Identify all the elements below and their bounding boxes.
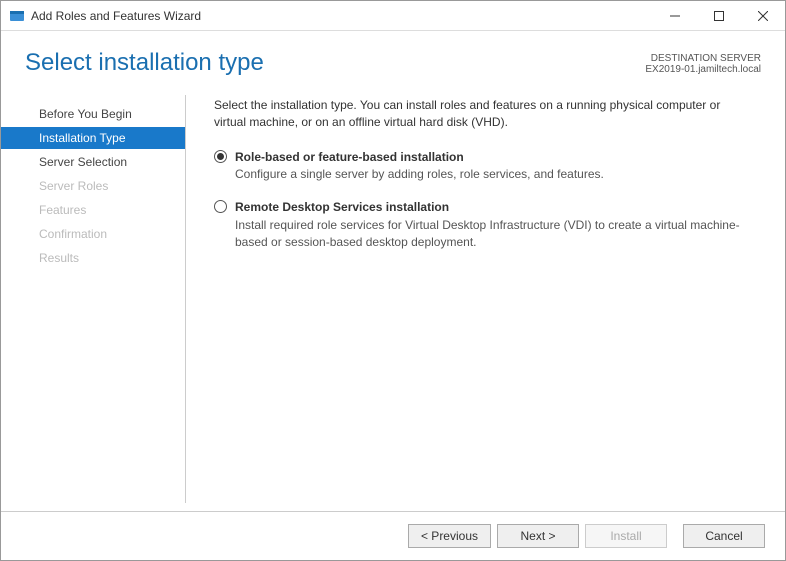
- intro-text: Select the installation type. You can in…: [214, 97, 755, 131]
- next-button[interactable]: Next >: [497, 524, 579, 548]
- step-results: Results: [31, 247, 185, 269]
- step-server-selection[interactable]: Server Selection: [31, 151, 185, 173]
- maximize-button[interactable]: [697, 1, 741, 31]
- option-remote-desktop[interactable]: Remote Desktop Services installation Ins…: [214, 199, 755, 250]
- header: Select installation type DESTINATION SER…: [1, 31, 785, 87]
- option-role-based-desc: Configure a single server by adding role…: [235, 166, 755, 183]
- step-installation-type[interactable]: Installation Type: [1, 127, 185, 149]
- window-controls: [653, 1, 785, 31]
- radio-role-based[interactable]: [214, 150, 227, 163]
- titlebar: Add Roles and Features Wizard: [1, 1, 785, 31]
- close-button[interactable]: [741, 1, 785, 31]
- radio-remote-desktop[interactable]: [214, 200, 227, 213]
- minimize-button[interactable]: [653, 1, 697, 31]
- step-confirmation: Confirmation: [31, 223, 185, 245]
- cancel-button[interactable]: Cancel: [683, 524, 765, 548]
- option-remote-desktop-title: Remote Desktop Services installation: [235, 199, 755, 216]
- option-role-based[interactable]: Role-based or feature-based installation…: [214, 149, 755, 184]
- footer-buttons: < Previous Next > Install Cancel: [1, 511, 785, 560]
- window-title: Add Roles and Features Wizard: [31, 9, 201, 23]
- previous-button[interactable]: < Previous: [408, 524, 491, 548]
- page-title: Select installation type: [25, 49, 645, 77]
- install-button: Install: [585, 524, 667, 548]
- destination-server: EX2019-01.jamiltech.local: [645, 64, 761, 75]
- app-icon: [9, 8, 25, 24]
- destination-label: DESTINATION SERVER: [645, 53, 761, 64]
- step-features: Features: [31, 199, 185, 221]
- option-remote-desktop-desc: Install required role services for Virtu…: [235, 217, 755, 251]
- step-before-you-begin[interactable]: Before You Begin: [31, 103, 185, 125]
- wizard-steps: Before You Begin Installation Type Serve…: [1, 95, 186, 503]
- step-server-roles: Server Roles: [31, 175, 185, 197]
- option-role-based-title: Role-based or feature-based installation: [235, 149, 755, 166]
- destination-server-info: DESTINATION SERVER EX2019-01.jamiltech.l…: [645, 49, 761, 77]
- content-pane: Select the installation type. You can in…: [186, 87, 761, 511]
